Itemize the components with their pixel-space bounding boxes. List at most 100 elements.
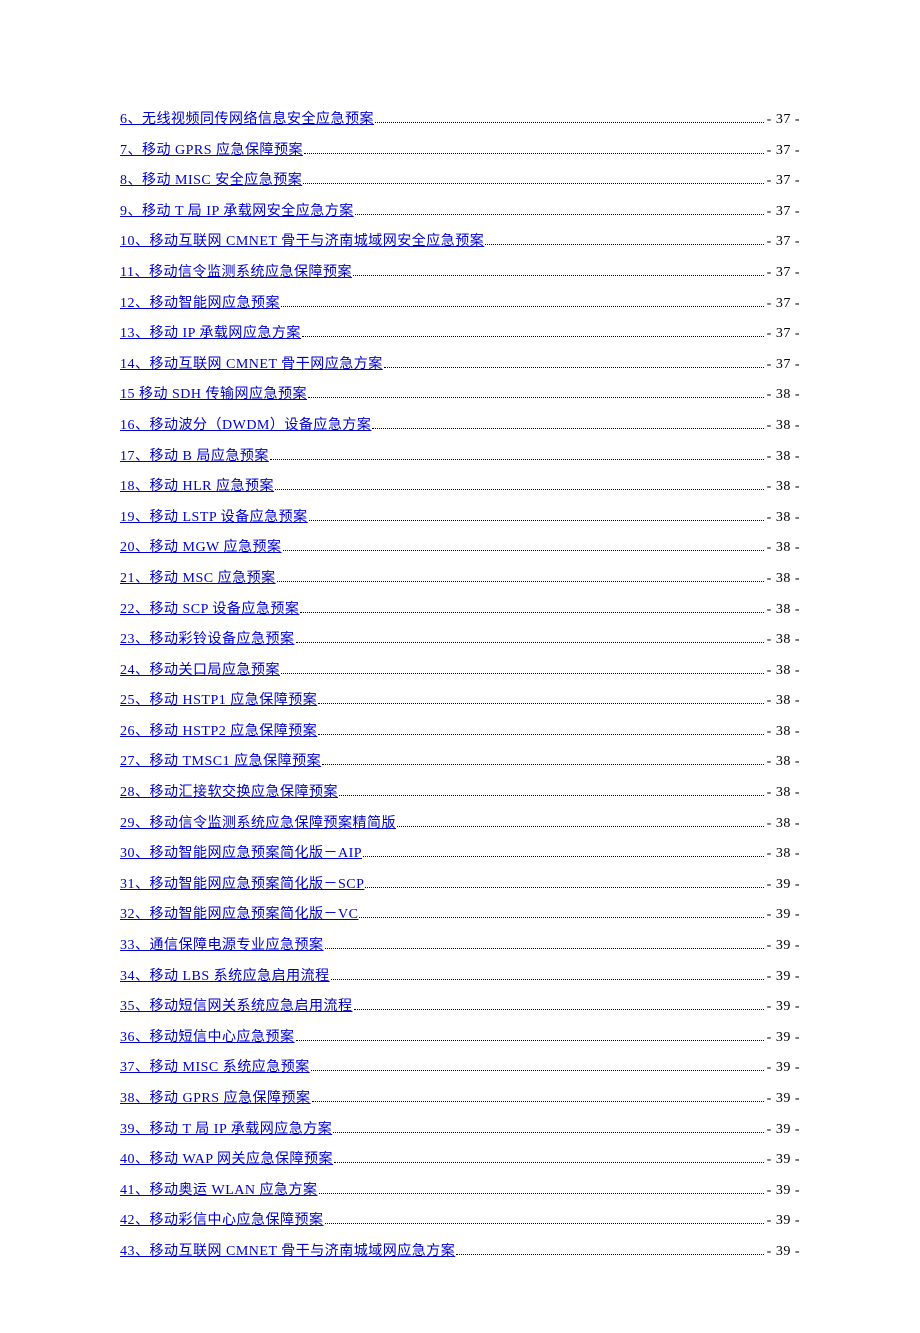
toc-entry: 32、移动智能网应急预案简化版－VC - 39 -	[120, 905, 800, 925]
toc-entry: 18、移动 HLR 应急预案- 38 -	[120, 477, 800, 497]
toc-entry: 34、移动 LBS 系统应急启用流程 - 39 -	[120, 967, 800, 987]
toc-page-number: - 37 -	[767, 141, 800, 161]
toc-page-number: - 39 -	[767, 997, 800, 1017]
toc-link[interactable]: 9、移动 T 局 IP 承载网安全应急方案	[120, 202, 354, 222]
toc-link[interactable]: 28、移动汇接软交换应急保障预案	[120, 783, 338, 803]
toc-link[interactable]: 11、移动信令监测系统应急保障预案	[120, 263, 352, 283]
toc-page-number: - 39 -	[767, 967, 800, 987]
toc-leader-dots	[353, 275, 764, 276]
toc-page-number: - 37 -	[767, 324, 800, 344]
toc-link[interactable]: 10、移动互联网 CMNET 骨干与济南城域网安全应急预案	[120, 232, 484, 252]
toc-page-number: - 39 -	[767, 905, 800, 925]
toc-page-number: - 39 -	[767, 1120, 800, 1140]
toc-link[interactable]: 42、移动彩信中心应急保障预案	[120, 1211, 324, 1231]
toc-link[interactable]: 33、通信保障电源专业应急预案	[120, 936, 324, 956]
toc-link[interactable]: 27、移动 TMSC1 应急保障预案	[120, 752, 321, 772]
toc-entry: 21、移动 MSC 应急预案 - 38 -	[120, 569, 800, 589]
toc-link[interactable]: 12、移动智能网应急预案	[120, 294, 280, 314]
toc-entry: 43、移动互联网 CMNET 骨干与济南城域网应急方案 - 39 -	[120, 1242, 800, 1262]
toc-link[interactable]: 14、移动互联网 CMNET 骨干网应急方案	[120, 355, 383, 375]
toc-entry: 39、移动 T 局 IP 承载网应急方案 - 39 -	[120, 1120, 800, 1140]
toc-link[interactable]: 40、移动 WAP 网关应急保障预案	[120, 1150, 333, 1170]
toc-page-number: - 39 -	[767, 1150, 800, 1170]
toc-leader-dots	[372, 428, 763, 429]
toc-page-number: - 38 -	[767, 569, 800, 589]
table-of-contents: 6、无线视频同传网络信息安全应急预案 - 37 - 7、移动 GPRS 应急保障预案…	[120, 110, 800, 1262]
toc-link[interactable]: 19、移动 LSTP 设备应急预案	[120, 508, 308, 528]
toc-leader-dots	[296, 642, 764, 643]
toc-leader-dots	[283, 550, 764, 551]
toc-link[interactable]: 34、移动 LBS 系统应急启用流程	[120, 967, 330, 987]
toc-leader-dots	[363, 856, 764, 857]
toc-page-number: - 38 -	[767, 385, 800, 405]
toc-entry: 26、移动 HSTP2 应急保障预案- 38 -	[120, 722, 800, 742]
toc-link[interactable]: 30、移动智能网应急预案简化版－AIP	[120, 844, 362, 864]
toc-leader-dots	[375, 122, 764, 123]
toc-leader-dots	[365, 887, 763, 888]
toc-leader-dots	[275, 489, 764, 490]
toc-page-number: - 39 -	[767, 875, 800, 895]
toc-entry: 30、移动智能网应急预案简化版－AIP - 38 -	[120, 844, 800, 864]
toc-entry: 12、移动智能网应急预案- 37 -	[120, 294, 800, 314]
toc-entry: 10、移动互联网 CMNET 骨干与济南城域网安全应急预案 - 37 -	[120, 232, 800, 252]
toc-entry: 31、移动智能网应急预案简化版－SCP - 39 -	[120, 875, 800, 895]
toc-link[interactable]: 21、移动 MSC 应急预案	[120, 569, 276, 589]
toc-link[interactable]: 35、移动短信网关系统应急启用流程	[120, 997, 353, 1017]
toc-link[interactable]: 17、移动 B 局应急预案	[120, 447, 269, 467]
toc-link[interactable]: 26、移动 HSTP2 应急保障预案	[120, 722, 317, 742]
toc-entry: 27、移动 TMSC1 应急保障预案 - 38 -	[120, 752, 800, 772]
toc-entry: 13、移动 IP 承载网应急方案 - 37 -	[120, 324, 800, 344]
toc-leader-dots	[456, 1254, 763, 1255]
toc-link[interactable]: 8、移动 MISC 安全应急预案	[120, 171, 302, 191]
toc-link[interactable]: 29、移动信令监测系统应急保障预案精简版	[120, 814, 396, 834]
toc-page-number: - 38 -	[767, 661, 800, 681]
toc-leader-dots	[318, 734, 763, 735]
toc-link[interactable]: 37、移动 MISC 系统应急预案	[120, 1058, 310, 1078]
toc-link[interactable]: 16、移动波分（DWDM）设备应急方案	[120, 416, 371, 436]
toc-link[interactable]: 25、移动 HSTP1 应急保障预案	[120, 691, 317, 711]
toc-link[interactable]: 22、移动 SCP 设备应急预案	[120, 600, 299, 620]
toc-link[interactable]: 31、移动智能网应急预案简化版－SCP	[120, 875, 364, 895]
toc-link[interactable]: 7、移动 GPRS 应急保障预案	[120, 141, 303, 161]
toc-link[interactable]: 41、移动奥运 WLAN 应急方案	[120, 1181, 318, 1201]
toc-entry: 29、移动信令监测系统应急保障预案精简版 - 38 -	[120, 814, 800, 834]
toc-link[interactable]: 43、移动互联网 CMNET 骨干与济南城域网应急方案	[120, 1242, 455, 1262]
toc-page-number: - 37 -	[767, 355, 800, 375]
toc-page-number: - 38 -	[767, 752, 800, 772]
toc-entry: 36、移动短信中心应急预案- 39 -	[120, 1028, 800, 1048]
toc-leader-dots	[485, 244, 763, 245]
toc-entry: 9、移动 T 局 IP 承载网安全应急方案 - 37 -	[120, 202, 800, 222]
toc-page-number: - 38 -	[767, 814, 800, 834]
toc-link[interactable]: 13、移动 IP 承载网应急方案	[120, 324, 301, 344]
toc-page-number: - 39 -	[767, 1242, 800, 1262]
toc-page-number: - 37 -	[767, 232, 800, 252]
toc-leader-dots	[331, 979, 764, 980]
toc-page-number: - 38 -	[767, 538, 800, 558]
toc-page-number: - 38 -	[767, 844, 800, 864]
toc-leader-dots	[339, 795, 764, 796]
toc-link[interactable]: 20、移动 MGW 应急预案	[120, 538, 282, 558]
toc-link[interactable]: 18、移动 HLR 应急预案	[120, 477, 274, 497]
toc-leader-dots	[325, 1223, 764, 1224]
toc-link[interactable]: 15 移动 SDH 传输网应急预案	[120, 385, 307, 405]
toc-entry: 14、移动互联网 CMNET 骨干网应急方案 - 37 -	[120, 355, 800, 375]
toc-link[interactable]: 32、移动智能网应急预案简化版－VC	[120, 905, 358, 925]
toc-page-number: - 39 -	[767, 1181, 800, 1201]
toc-link[interactable]: 38、移动 GPRS 应急保障预案	[120, 1089, 311, 1109]
toc-entry: 15 移动 SDH 传输网应急预案 - 38 -	[120, 385, 800, 405]
toc-entry: 19、移动 LSTP 设备应急预案- 38 -	[120, 508, 800, 528]
toc-link[interactable]: 39、移动 T 局 IP 承载网应急方案	[120, 1120, 332, 1140]
toc-link[interactable]: 23、移动彩铃设备应急预案	[120, 630, 295, 650]
toc-page-number: - 38 -	[767, 416, 800, 436]
toc-leader-dots	[359, 917, 763, 918]
toc-entry: 22、移动 SCP 设备应急预案- 38 -	[120, 600, 800, 620]
toc-link[interactable]: 6、无线视频同传网络信息安全应急预案	[120, 110, 374, 130]
toc-link[interactable]: 36、移动短信中心应急预案	[120, 1028, 295, 1048]
toc-link[interactable]: 24、移动关口局应急预案	[120, 661, 280, 681]
toc-page-number: - 38 -	[767, 691, 800, 711]
toc-page-number: - 38 -	[767, 447, 800, 467]
toc-leader-dots	[319, 1193, 764, 1194]
toc-leader-dots	[304, 153, 764, 154]
toc-page-number: - 37 -	[767, 202, 800, 222]
toc-entry: 11、移动信令监测系统应急保障预案- 37 -	[120, 263, 800, 283]
